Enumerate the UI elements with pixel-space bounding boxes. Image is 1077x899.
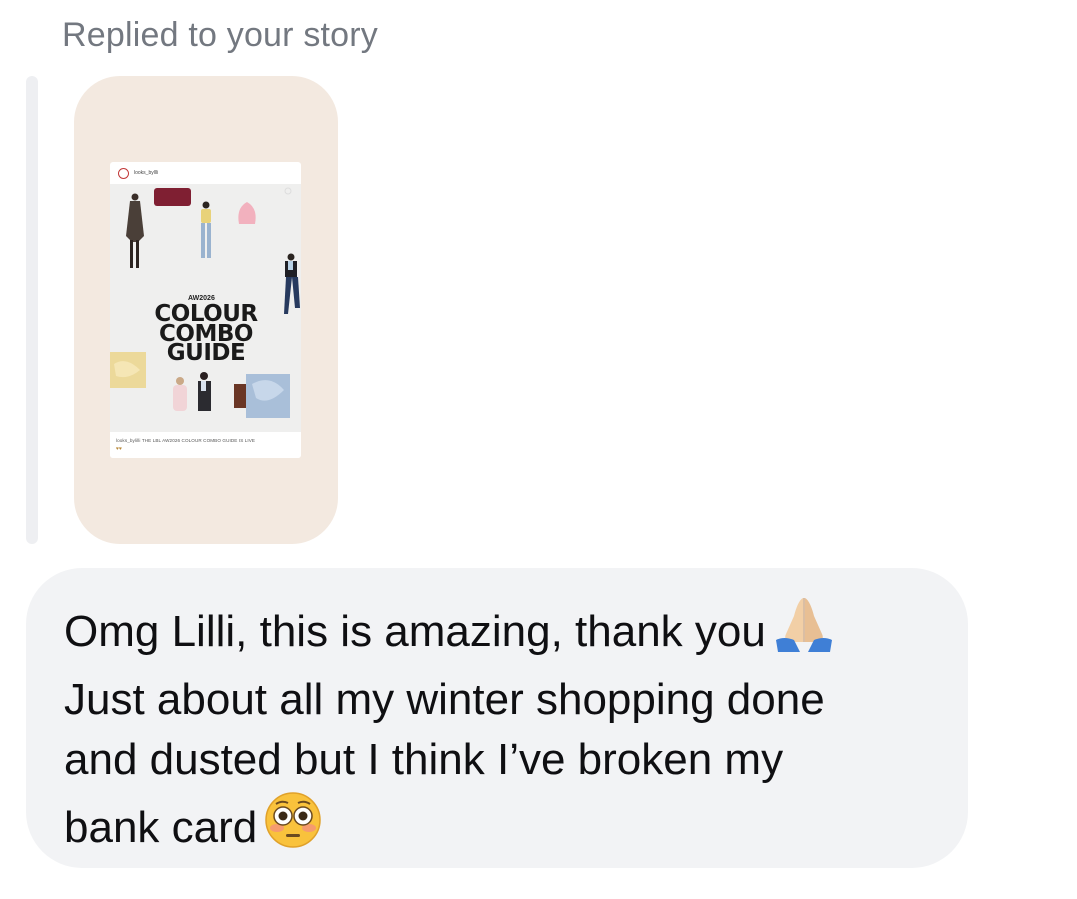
title-line-3: GUIDE (166, 340, 246, 366)
message-bubble[interactable]: Omg Lilli, this is amazing, thank you Ju… (26, 568, 968, 868)
message-line-2: Just about all my winter shopping done (64, 675, 825, 724)
message-line-3: and dusted but I think I’ve broken my (64, 735, 784, 784)
post-image: AW2026 COLOUR COMBO GUIDE LOOKBOOK BY LI… (110, 184, 301, 450)
reaction-icons: ♥♥ (116, 446, 122, 452)
avatar (118, 167, 129, 179)
post-username: looks_byllli (134, 170, 159, 176)
post-header: looks_byllli (110, 162, 301, 184)
folded-hands-icon (772, 594, 836, 670)
figure-scarf-icon (284, 253, 300, 314)
story-post-thumbnail: looks_byllli AW2026 COLOUR COMBO GUIDE l… (110, 162, 301, 458)
reply-header: Replied to your story (62, 16, 379, 54)
guide-title: COLOUR COMBO GUIDE (142, 303, 270, 366)
dm-conversation: Replied to your story looks_byllli AW202… (0, 0, 1077, 899)
post-caption: looks_bylilli THE LBL AW2026 COLOUR COMB… (116, 438, 256, 443)
message-text: Omg Lilli, this is amazing, thank you Ju… (64, 594, 944, 866)
message-line-1: Omg Lilli, this is amazing, thank you (64, 607, 766, 656)
story-preview-card[interactable]: looks_byllli AW2026 COLOUR COMBO GUIDE l… (74, 76, 338, 544)
figure-coat-icon (126, 193, 144, 268)
pink-bag-icon (238, 202, 256, 224)
message-line-4: bank card (64, 803, 258, 852)
figure-yellow-icon (201, 201, 211, 258)
post-footer: looks_bylilli THE LBL AW2026 COLOUR COMB… (110, 434, 301, 458)
reply-indicator-bar (26, 76, 38, 544)
burgundy-bag-icon (154, 188, 191, 206)
flushed-face-icon (263, 790, 323, 866)
figures-bottom-icon (173, 372, 211, 411)
